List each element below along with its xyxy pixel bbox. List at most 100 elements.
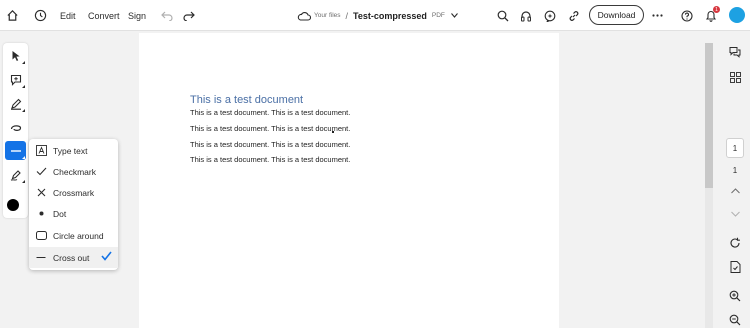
freehand-draw-icon <box>10 123 22 133</box>
document-line: This is a test document. This is a test … <box>190 124 351 133</box>
fill-sign-tool-menu: Type text Checkmark Crossmark Dot Circle… <box>29 139 118 270</box>
menu-item-checkmark[interactable]: Checkmark <box>29 161 118 182</box>
crossmark-icon <box>29 188 53 197</box>
home-button[interactable] <box>6 0 19 31</box>
mouse-cursor <box>332 131 334 133</box>
sign-tool-button[interactable] <box>5 165 26 184</box>
read-aloud-button[interactable] <box>520 0 532 31</box>
share-link-button[interactable] <box>568 0 580 31</box>
document-line: This is a test document. This is a test … <box>190 155 351 164</box>
select-tool-button[interactable] <box>5 46 26 65</box>
scrollbar-thumb[interactable] <box>705 43 713 188</box>
redo-button[interactable] <box>183 0 195 31</box>
search-icon <box>497 10 509 22</box>
top-toolbar: Edit Convert Sign Your files / Test-comp… <box>0 0 750 31</box>
circle-around-icon <box>29 231 53 240</box>
add-comment-icon <box>10 74 22 86</box>
total-pages: 1 <box>732 166 738 175</box>
breadcrumb: Your files / Test-compressed PDF <box>314 0 458 31</box>
chevron-up-icon <box>730 188 740 194</box>
select-arrow-icon <box>11 50 21 62</box>
zoom-in-icon <box>729 290 741 302</box>
convert-menu[interactable]: Convert <box>88 0 120 31</box>
link-icon <box>568 10 580 22</box>
undo-icon <box>161 11 173 21</box>
help-button[interactable] <box>681 0 693 31</box>
search-button[interactable] <box>497 0 509 31</box>
page-fit-button[interactable] <box>727 259 743 275</box>
document-line: This is a test document. This is a test … <box>190 140 351 149</box>
redo-icon <box>183 11 195 21</box>
rotate-button[interactable] <box>727 235 743 251</box>
more-horizontal-icon <box>652 14 663 17</box>
file-name: Test-compressed <box>353 10 427 21</box>
annotation-toolbar <box>3 43 28 218</box>
page-view-icon <box>730 261 741 273</box>
thumbnails-panel-button[interactable] <box>727 69 743 85</box>
file-type: PDF <box>431 12 445 19</box>
submenu-indicator <box>22 109 25 112</box>
comment-tool-button[interactable] <box>5 70 26 89</box>
menu-item-circle-around[interactable]: Circle around <box>29 225 118 246</box>
menu-item-crossmark[interactable]: Crossmark <box>29 182 118 203</box>
sign-pen-icon <box>10 169 22 181</box>
cloud-icon <box>297 11 311 21</box>
zoom-in-button[interactable] <box>727 288 743 304</box>
color-swatch[interactable] <box>7 199 19 211</box>
breadcrumb-location[interactable]: Your files <box>314 12 341 19</box>
menu-item-label: Cross out <box>53 252 90 263</box>
zoom-out-icon <box>729 314 741 326</box>
chevron-down-icon <box>730 211 740 217</box>
menu-item-label: Circle around <box>53 230 104 241</box>
cross-out-line-icon <box>10 149 22 153</box>
comments-icon <box>729 46 741 58</box>
right-sidebar: 1 1 <box>719 31 750 328</box>
ai-assistant-button[interactable] <box>544 0 556 31</box>
cross-out-tool-button[interactable] <box>5 141 26 160</box>
download-button[interactable]: Download <box>589 5 644 25</box>
assistant-chat-icon <box>544 10 556 22</box>
highlight-tool-button[interactable] <box>5 94 26 113</box>
avatar[interactable] <box>729 7 745 23</box>
headphones-icon <box>520 10 532 22</box>
notification-badge: 1 <box>713 6 720 13</box>
cloud-status <box>297 0 311 31</box>
menu-item-label: Type text <box>53 145 88 156</box>
submenu-indicator <box>22 156 25 159</box>
previous-page-button[interactable] <box>727 183 743 199</box>
selected-check-icon <box>101 251 112 263</box>
undo-button[interactable] <box>161 0 173 31</box>
comments-panel-button[interactable] <box>727 44 743 60</box>
notifications-button[interactable] <box>705 0 717 31</box>
menu-item-cross-out[interactable]: Cross out <box>29 247 118 268</box>
menu-item-label: Crossmark <box>53 187 95 198</box>
edit-menu[interactable]: Edit <box>60 0 76 31</box>
more-options-button[interactable] <box>652 0 663 31</box>
recent-tools-button[interactable] <box>34 0 47 31</box>
submenu-indicator <box>22 61 25 64</box>
history-icon <box>34 9 47 22</box>
zoom-out-button[interactable] <box>727 312 743 328</box>
vertical-scrollbar[interactable] <box>705 43 713 328</box>
menu-item-label: Dot <box>53 208 67 219</box>
rotate-icon <box>729 237 741 249</box>
document-line: This is a test document. This is a test … <box>190 108 351 117</box>
current-page-input[interactable]: 1 <box>726 138 744 158</box>
submenu-indicator <box>22 85 25 88</box>
next-page-button[interactable] <box>727 206 743 222</box>
menu-item-dot[interactable]: Dot <box>29 203 118 224</box>
grid-icon <box>729 71 741 83</box>
checkmark-icon <box>29 167 53 176</box>
document-heading: This is a test document <box>190 94 304 106</box>
dot-icon <box>29 211 53 216</box>
sign-menu[interactable]: Sign <box>128 0 146 31</box>
menu-item-type-text[interactable]: Type text <box>29 140 118 161</box>
submenu-indicator <box>22 180 25 183</box>
menu-item-label: Checkmark <box>53 166 96 177</box>
document-page[interactable]: This is a test document This is a test d… <box>139 33 559 328</box>
cross-out-icon <box>29 256 53 259</box>
chevron-down-icon[interactable] <box>450 13 458 18</box>
highlight-pen-icon <box>10 98 22 110</box>
draw-tool-button[interactable] <box>5 118 26 137</box>
home-icon <box>6 9 19 22</box>
